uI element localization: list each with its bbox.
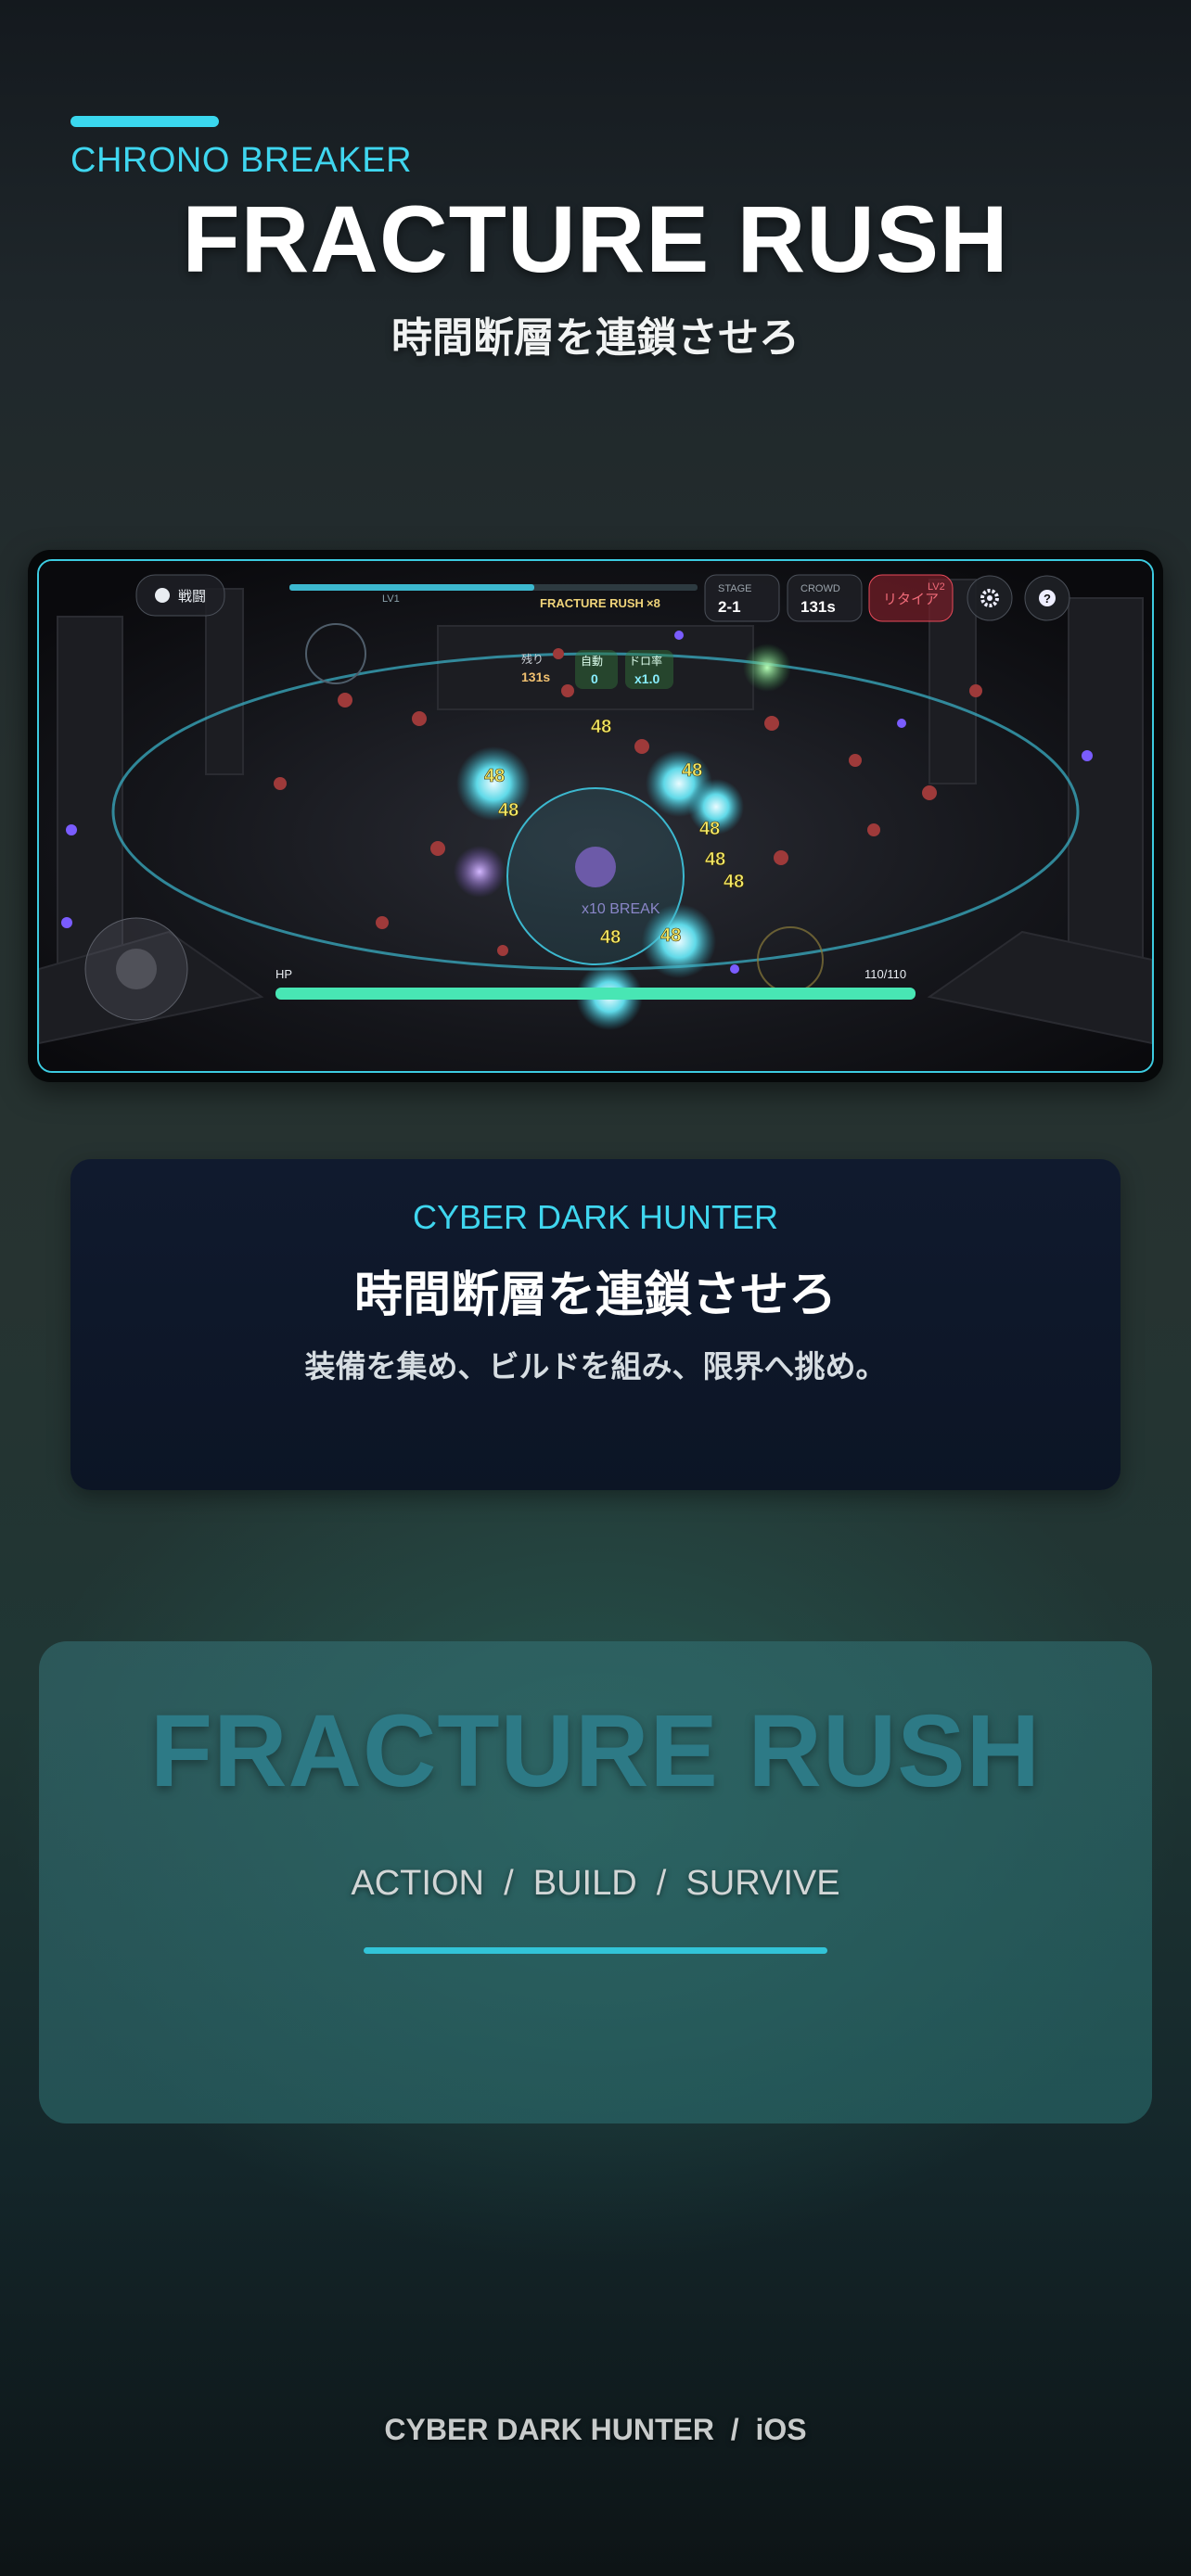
level-tag: LV1: [382, 593, 400, 605]
auto-label: 自動: [581, 655, 603, 668]
info-card-tag: CYBER DARK HUNTER: [412, 1198, 779, 1236]
footer-label: CYBER DARK HUNTER / iOS: [384, 2413, 807, 2446]
svg-text:48: 48: [705, 849, 725, 870]
hp-label: HP: [275, 967, 292, 981]
xp-bar-fill: [289, 584, 534, 591]
info-card: CYBER DARK HUNTER 時間断層を連鎖させろ 装備を集め、ビルドを組…: [70, 1159, 1121, 1490]
remaining-label: 残り: [521, 653, 544, 666]
brand-label: CHRONO BREAKER: [70, 141, 413, 180]
player: [575, 847, 616, 887]
svg-text:?: ?: [1044, 592, 1051, 606]
promo-title: FRACTURE RUSH: [149, 1694, 1042, 1808]
auto-value: 0: [591, 671, 598, 686]
svg-text:48: 48: [484, 766, 505, 786]
svg-text:48: 48: [699, 819, 720, 839]
svg-text:48: 48: [498, 800, 519, 821]
retire-level: LV2: [928, 581, 945, 593]
gameplay-screenshot: 48 48 48 48 48 48 48 48 48 x10 BREAK 戦闘 …: [37, 559, 1154, 1073]
promo-panel: FRACTURE RUSH ACTION / BUILD / SURVIVE: [39, 1641, 1152, 2123]
hp-bar-fill: [275, 988, 916, 1000]
shield-icon: [155, 588, 170, 603]
info-card-headline: 時間断層を連鎖させろ: [353, 1268, 837, 1323]
stage-value: 2-1: [718, 598, 741, 616]
accent-bar: [70, 116, 219, 127]
stage-box: [704, 574, 780, 622]
crowd-value: 131s: [800, 598, 836, 616]
svg-text:48: 48: [724, 872, 744, 892]
combo-text: ×8: [647, 596, 660, 610]
svg-text:48: 48: [600, 927, 621, 948]
svg-text:48: 48: [660, 925, 681, 946]
retire-label: リタイア: [883, 592, 939, 607]
info-card-tagline: 装備を集め、ビルドを組み、限界へ挑め。: [304, 1348, 887, 1384]
stage-label: STAGE: [718, 583, 751, 594]
promo-divider: [364, 1947, 827, 1954]
mode-label: 戦闘: [178, 589, 206, 605]
svg-text:48: 48: [591, 717, 611, 737]
svg-text:48: 48: [682, 760, 702, 781]
drop-label: ドロ率: [629, 654, 662, 668]
page-subtitle: 時間断層を連鎖させろ: [391, 314, 800, 362]
promo-tags: ACTION / BUILD / SURVIVE: [351, 1864, 840, 1903]
drop-value: x1.0: [634, 671, 660, 686]
page-title: FRACTURE RUSH: [182, 186, 1009, 292]
crowd-label: CROWD: [800, 583, 840, 594]
hp-value: 110/110: [864, 967, 906, 981]
break-text: x10 BREAK: [582, 901, 660, 917]
banner-text: FRACTURE RUSH: [540, 596, 644, 610]
remaining-value: 131s: [521, 670, 550, 684]
